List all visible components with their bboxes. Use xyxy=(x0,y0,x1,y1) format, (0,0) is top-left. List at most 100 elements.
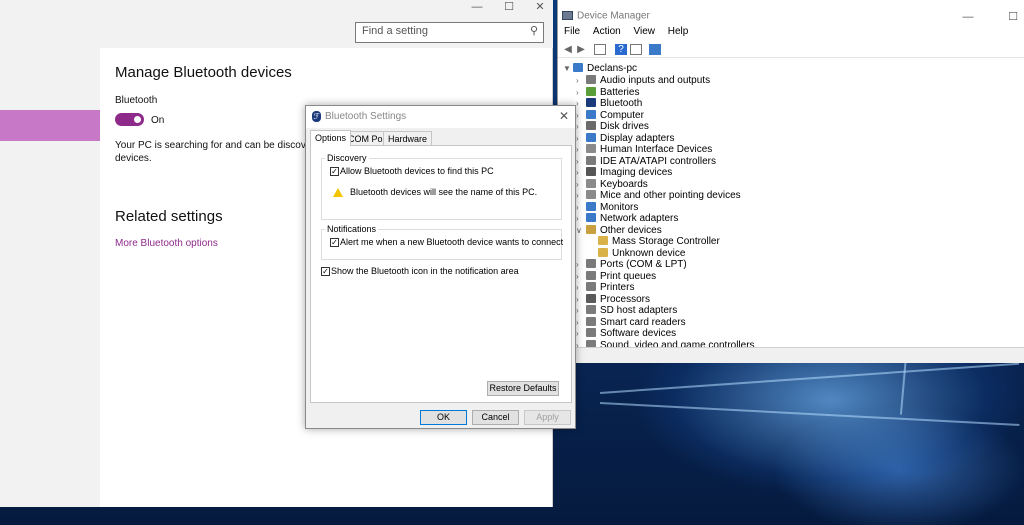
find-setting-input[interactable]: Find a setting ⚲ xyxy=(355,22,544,43)
menu-file[interactable]: File xyxy=(564,26,580,37)
more-bluetooth-options-link[interactable]: More Bluetooth options xyxy=(115,238,218,249)
tree-item[interactable]: ∨ Other devices xyxy=(576,225,662,236)
tree-item[interactable]: › Printers xyxy=(576,282,634,293)
chevron-right-icon[interactable]: › xyxy=(576,133,586,144)
computer-icon xyxy=(586,110,596,119)
tree-item[interactable]: › Print queues xyxy=(576,271,656,282)
tree-child-item[interactable]: Unknown device xyxy=(598,248,685,259)
window-title: Device Manager xyxy=(577,10,650,22)
scan-hardware-icon[interactable] xyxy=(649,44,661,55)
menu-view[interactable]: View xyxy=(633,26,655,37)
tree-item[interactable]: › Computer xyxy=(576,110,644,121)
chevron-right-icon[interactable]: › xyxy=(576,87,586,98)
tree-item[interactable]: › Monitors xyxy=(576,202,638,213)
tree-item-label: Other devices xyxy=(600,225,662,236)
chevron-right-icon[interactable]: › xyxy=(576,156,586,167)
maximize-button[interactable]: ☐ xyxy=(494,0,524,16)
chevron-right-icon[interactable]: › xyxy=(576,305,586,316)
tree-item[interactable]: › Sound, video and game controllers xyxy=(576,340,755,347)
tree-item-label: Processors xyxy=(600,294,651,305)
show-icon-checkbox[interactable]: ✓ xyxy=(321,267,330,276)
menu-action[interactable]: Action xyxy=(593,26,621,37)
chevron-right-icon[interactable]: › xyxy=(576,144,586,155)
status-text-line2: devices. xyxy=(115,153,152,164)
device-manager-icon xyxy=(562,11,573,21)
tree-item[interactable]: › Network adapters xyxy=(576,213,678,224)
tree-child-item[interactable]: Mass Storage Controller xyxy=(598,236,720,247)
tree-item[interactable]: › IDE ATA/ATAPI controllers xyxy=(576,156,716,167)
monitor-icon xyxy=(586,202,596,211)
chevron-right-icon[interactable]: › xyxy=(576,282,586,293)
chevron-right-icon[interactable]: › xyxy=(576,190,586,201)
tree-item[interactable]: › Software devices xyxy=(576,328,676,339)
cancel-button[interactable]: Cancel xyxy=(472,410,519,425)
chevron-right-icon[interactable]: › xyxy=(576,271,586,282)
allow-discovery-checkbox[interactable]: ✓ xyxy=(330,167,339,176)
tab-hardware[interactable]: Hardware xyxy=(383,131,433,145)
chevron-down-icon[interactable]: ▼ xyxy=(563,63,573,74)
computer-icon xyxy=(573,63,583,72)
chevron-right-icon[interactable]: › xyxy=(576,340,586,347)
chevron-right-icon[interactable]: › xyxy=(576,110,586,121)
menu-help[interactable]: Help xyxy=(668,26,689,37)
chevron-right-icon[interactable]: › xyxy=(576,294,586,305)
tree-item[interactable]: › Processors xyxy=(576,294,650,305)
bluetooth-icon xyxy=(586,98,596,107)
tree-item[interactable]: › Human Interface Devices xyxy=(576,144,712,155)
properties-icon[interactable] xyxy=(594,44,606,55)
tab-options[interactable]: Options xyxy=(310,130,352,146)
tree-item[interactable]: › Keyboards xyxy=(576,179,648,190)
tree-item[interactable]: › Audio inputs and outputs xyxy=(576,75,710,86)
tree-item-label: IDE ATA/ATAPI controllers xyxy=(600,156,716,167)
apply-button[interactable]: Apply xyxy=(524,410,571,425)
chevron-right-icon[interactable]: › xyxy=(576,317,586,328)
tree-item[interactable]: › Disk drives xyxy=(576,121,649,132)
menu-bar: File Action View Help xyxy=(558,26,1024,42)
minimize-button[interactable]: — xyxy=(953,10,983,26)
back-arrow-icon[interactable]: ◀ xyxy=(562,44,574,55)
chevron-right-icon[interactable]: › xyxy=(576,328,586,339)
view-icon[interactable] xyxy=(630,44,642,55)
tree-item[interactable]: › Display adapters xyxy=(576,133,674,144)
tree-item[interactable]: › Mice and other pointing devices xyxy=(576,190,741,201)
forward-arrow-icon[interactable]: ▶ xyxy=(575,44,587,55)
tree-item[interactable]: › SD host adapters xyxy=(576,305,677,316)
tree-item-label: Bluetooth xyxy=(600,98,643,109)
tree-item[interactable]: › Bluetooth xyxy=(576,98,642,109)
restore-defaults-button[interactable]: Restore Defaults xyxy=(487,381,559,396)
close-button[interactable]: ✕ xyxy=(525,0,555,16)
chevron-right-icon[interactable]: › xyxy=(576,167,586,178)
printer-icon xyxy=(586,271,596,280)
chevron-right-icon[interactable]: › xyxy=(576,121,586,132)
minimize-button[interactable]: — xyxy=(462,0,492,16)
close-icon[interactable]: ✕ xyxy=(559,109,569,123)
maximize-button[interactable]: ☐ xyxy=(998,10,1024,26)
allow-discovery-label: Allow Bluetooth devices to find this PC xyxy=(340,166,494,176)
warning-text: Bluetooth devices will see the name of t… xyxy=(350,187,538,197)
bluetooth-toggle[interactable] xyxy=(115,113,144,126)
find-setting-placeholder: Find a setting xyxy=(362,25,429,37)
tree-item[interactable]: › Ports (COM & LPT) xyxy=(576,259,687,270)
chevron-right-icon[interactable]: › xyxy=(576,213,586,224)
search-icon[interactable]: ⚲ xyxy=(530,24,538,37)
nav-item-bluetooth-selected[interactable] xyxy=(0,110,100,141)
show-icon-label: Show the Bluetooth icon in the notificat… xyxy=(331,266,519,276)
ok-button[interactable]: OK xyxy=(420,410,467,425)
tree-item[interactable]: › Smart card readers xyxy=(576,317,686,328)
help-icon[interactable]: ? xyxy=(615,44,627,55)
chevron-right-icon[interactable]: › xyxy=(576,202,586,213)
tree-item-label: Computer xyxy=(600,110,644,121)
tree-item-label: Sound, video and game controllers xyxy=(600,340,755,347)
chevron-right-icon[interactable]: › xyxy=(576,75,586,86)
light-beam xyxy=(600,362,1020,394)
chevron-right-icon[interactable]: › xyxy=(576,259,586,270)
chevron-right-icon[interactable]: › xyxy=(576,98,586,109)
tree-item[interactable]: › Batteries xyxy=(576,87,639,98)
alert-checkbox[interactable]: ✓ xyxy=(330,238,339,247)
chevron-down-icon[interactable]: ∨ xyxy=(576,225,586,236)
chevron-right-icon[interactable]: › xyxy=(576,179,586,190)
tree-item[interactable]: › Imaging devices xyxy=(576,167,672,178)
warning-icon xyxy=(333,188,343,197)
tree-root[interactable]: ▼ Declans-pc xyxy=(563,63,637,74)
dialog-titlebar: ℱ Bluetooth Settings ✕ xyxy=(306,106,575,128)
